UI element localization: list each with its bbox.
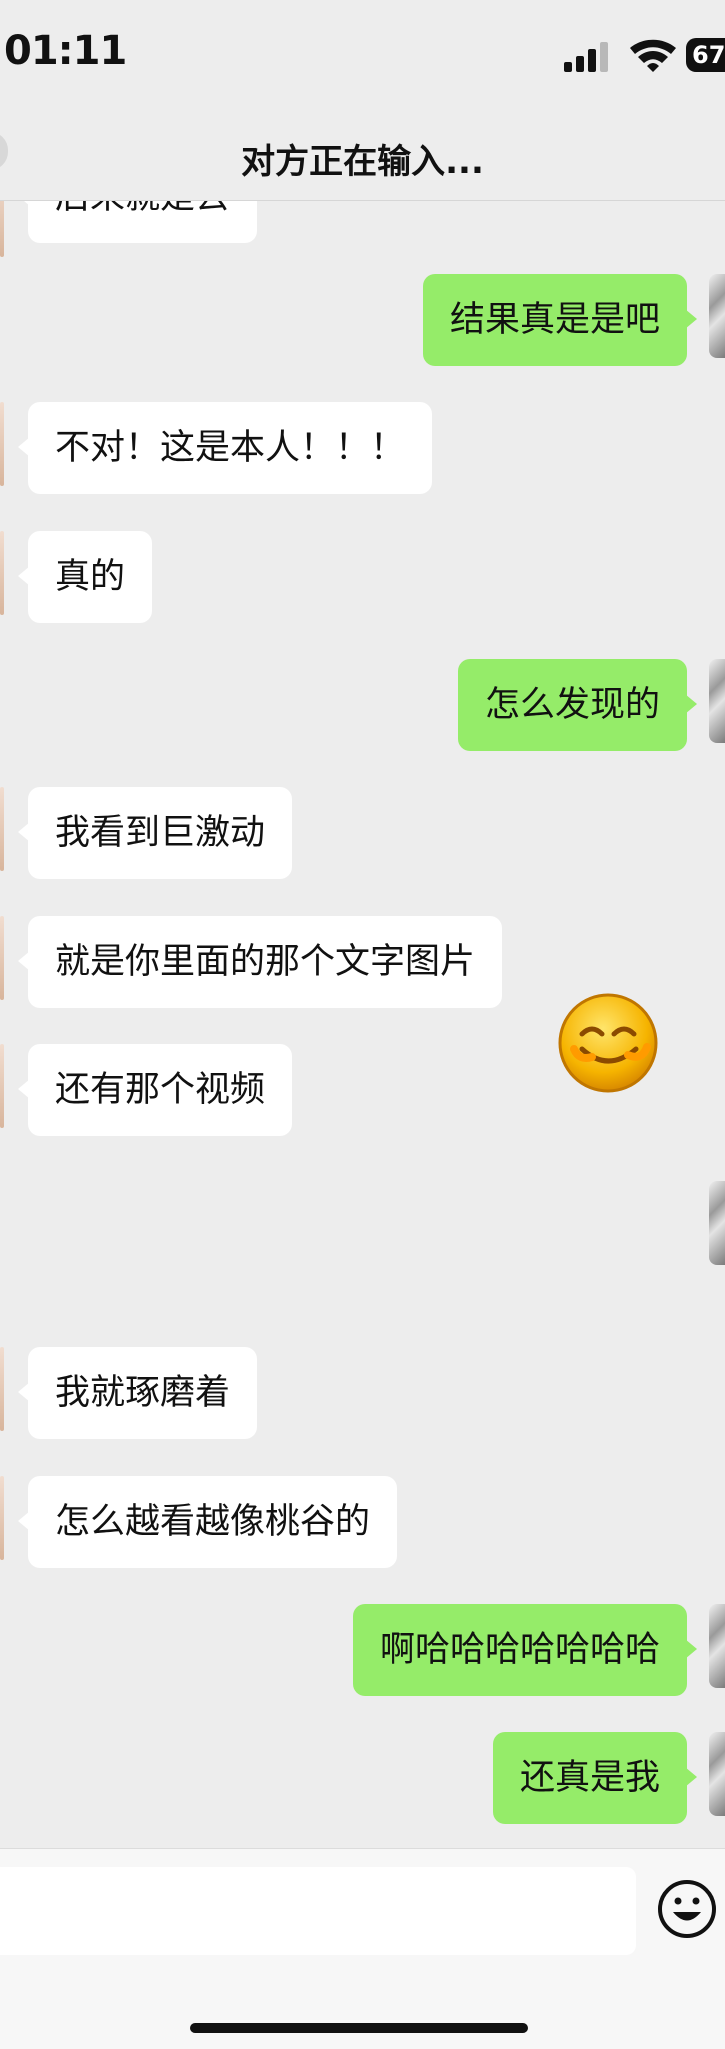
- incoming-message[interactable]: 我看到巨激动: [17, 787, 293, 879]
- contact-avatar[interactable]: [0, 1347, 4, 1431]
- incoming-message[interactable]: 后来就是去: [17, 201, 258, 243]
- incoming-message[interactable]: 真的: [17, 531, 153, 623]
- my-avatar[interactable]: [709, 659, 725, 743]
- contact-avatar[interactable]: [0, 787, 4, 871]
- contact-avatar[interactable]: [0, 402, 4, 486]
- incoming-message[interactable]: 我就琢磨着: [17, 1347, 258, 1439]
- chat-header: 对方正在输入...: [0, 120, 725, 201]
- my-avatar[interactable]: [709, 1604, 725, 1688]
- incoming-message[interactable]: 怎么越看越像桃谷的: [17, 1476, 398, 1568]
- outgoing-message[interactable]: 啊哈哈哈哈哈哈哈: [352, 1604, 698, 1696]
- contact-avatar[interactable]: [0, 1476, 4, 1560]
- smiley-face-icon[interactable]: [657, 1879, 717, 1939]
- my-avatar[interactable]: [709, 274, 725, 358]
- outgoing-message[interactable]: 还真是我: [492, 1732, 698, 1824]
- my-avatar[interactable]: [709, 1181, 725, 1265]
- contact-avatar[interactable]: [0, 201, 4, 257]
- contact-avatar[interactable]: [0, 531, 4, 615]
- home-indicator: [190, 2023, 528, 2033]
- message-input[interactable]: [0, 1867, 636, 1955]
- incoming-message[interactable]: 就是你里面的那个文字图片: [17, 916, 503, 1008]
- outgoing-message[interactable]: 结果真是是吧: [422, 274, 698, 366]
- status-bar: 01:11 67: [0, 0, 725, 120]
- outgoing-message[interactable]: 怎么发现的: [457, 659, 698, 751]
- my-avatar[interactable]: [709, 1732, 725, 1816]
- contact-avatar[interactable]: [0, 1044, 4, 1128]
- signal-icon: [564, 42, 608, 72]
- incoming-message[interactable]: 不对！这是本人！！！: [17, 402, 433, 494]
- wifi-icon: [630, 39, 676, 72]
- grinning-face-emoji-icon[interactable]: [554, 989, 662, 1097]
- incoming-message[interactable]: 还有那个视频: [17, 1044, 293, 1136]
- battery-indicator: 67: [686, 38, 725, 72]
- message-input-bar: [0, 1848, 725, 2049]
- contact-avatar[interactable]: [0, 916, 4, 1000]
- typing-status-title: 对方正在输入...: [241, 142, 484, 182]
- status-time: 01:11: [4, 28, 127, 74]
